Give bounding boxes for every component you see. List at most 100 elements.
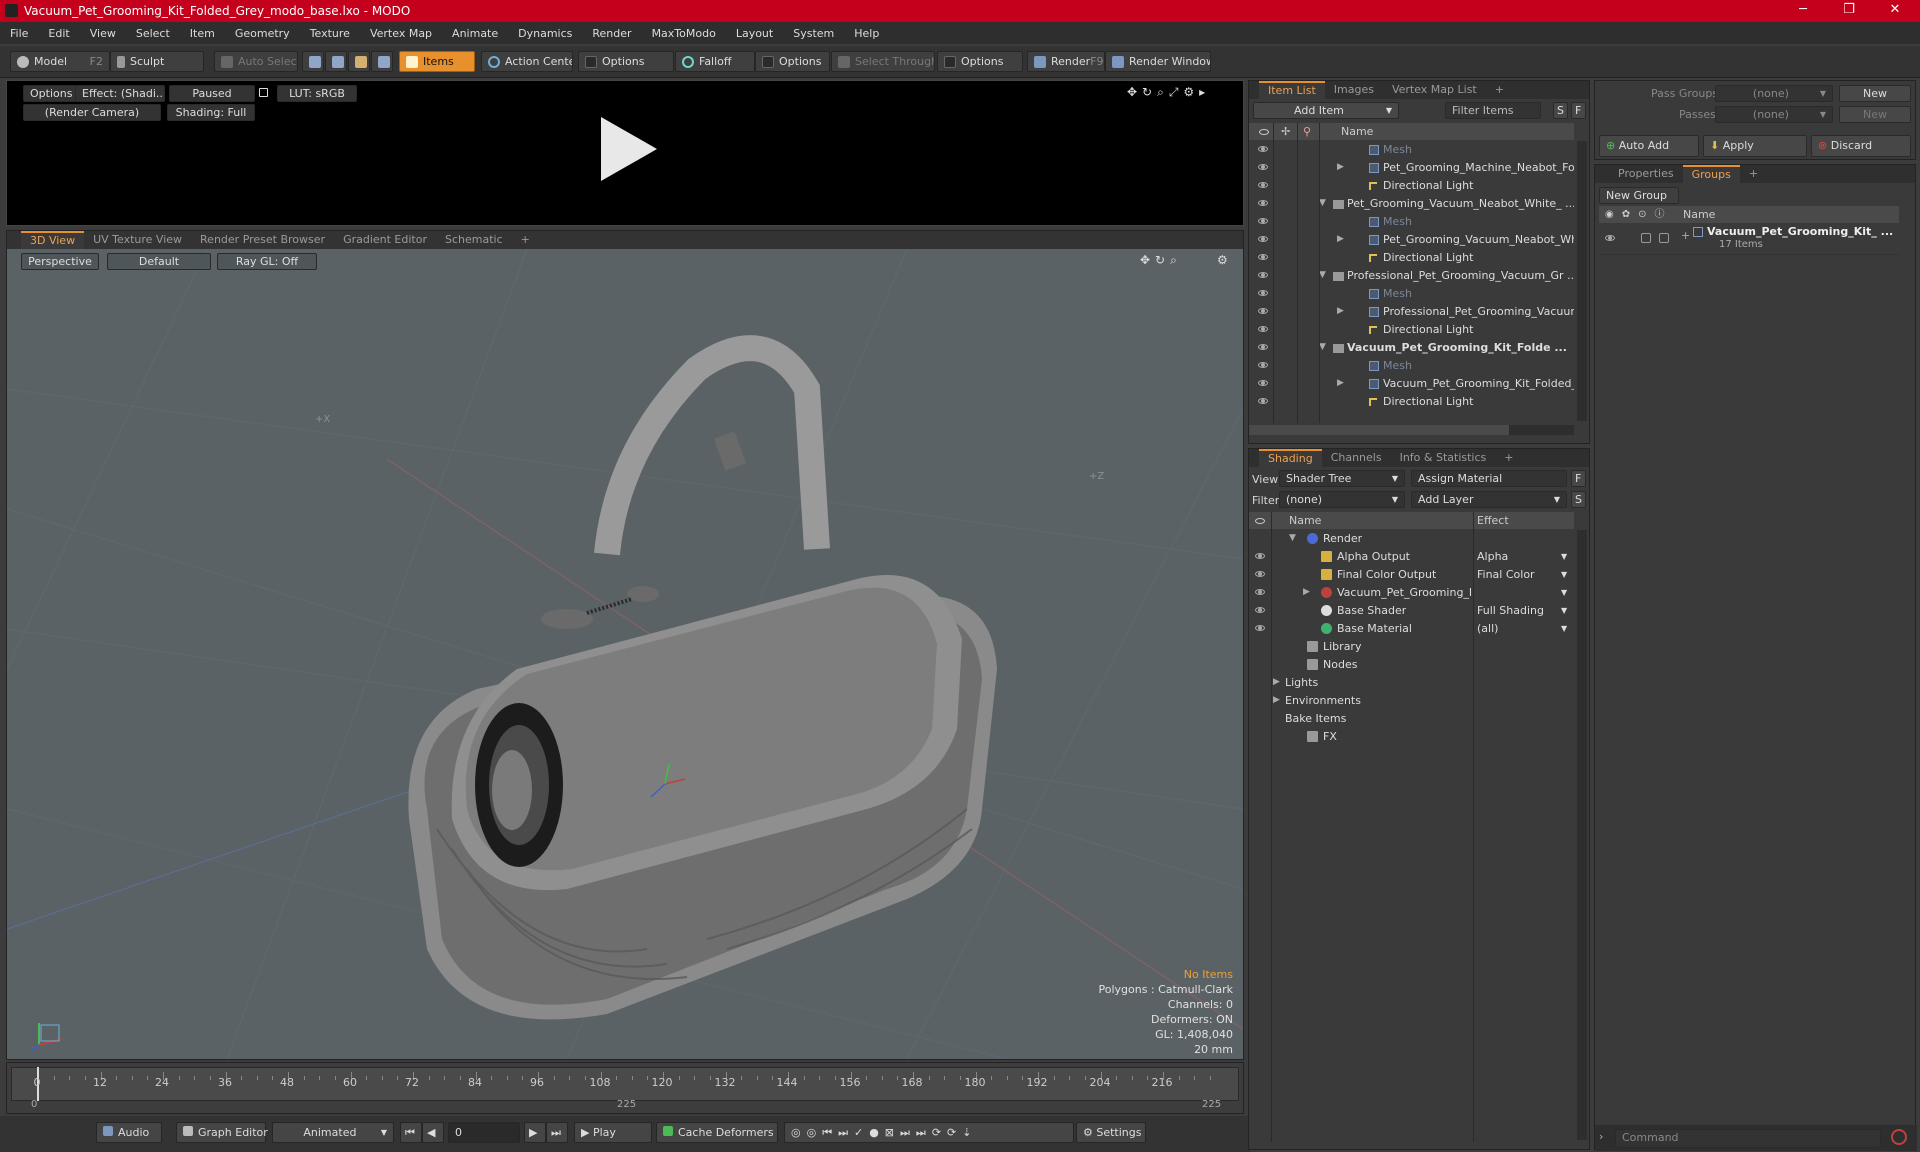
item-list-s-button[interactable]: S [1553, 102, 1568, 119]
passes-dropdown[interactable]: (none) ▼ [1715, 106, 1833, 123]
group-checkbox[interactable] [1641, 233, 1651, 243]
view-dropdown[interactable]: Shader Tree ▼ [1279, 470, 1405, 487]
visibility-eye-icon[interactable] [1258, 344, 1268, 350]
play-button[interactable]: ▶ Play [574, 1122, 652, 1143]
tab-schematic[interactable]: Schematic [436, 231, 512, 249]
materials-mode-button[interactable] [371, 51, 393, 72]
new-pass-button[interactable]: New [1839, 106, 1911, 123]
items-mode-button[interactable]: Items [399, 51, 475, 72]
menu-render[interactable]: Render [582, 27, 641, 40]
tab-vertex-map-list[interactable]: Vertex Map List [1383, 81, 1486, 99]
shader-row[interactable]: ▶ Lights [1249, 674, 1574, 692]
add-tab-button[interactable]: + [1740, 165, 1767, 183]
timeline-ruler[interactable] [11, 1067, 1239, 1101]
new-pass-group-button[interactable]: New [1839, 85, 1911, 102]
visibility-eye-icon[interactable] [1255, 571, 1265, 577]
tab-channels[interactable]: Channels [1322, 449, 1391, 467]
effect-dropdown[interactable]: Alpha [1477, 550, 1508, 563]
visibility-eye-icon[interactable] [1255, 625, 1265, 631]
chevron-down-icon[interactable]: ▼ [1561, 552, 1567, 561]
shader-row[interactable]: Library [1249, 638, 1574, 656]
add-item-dropdown[interactable]: Add Item ▼ [1253, 102, 1399, 119]
visibility-eye-icon[interactable] [1258, 164, 1268, 170]
select-through-options-button[interactable]: Options [937, 51, 1023, 72]
menu-geometry[interactable]: Geometry [225, 27, 300, 40]
shading-filter-dropdown[interactable]: (none) ▼ [1279, 491, 1405, 508]
shader-row[interactable]: ▼ Render [1249, 530, 1574, 548]
filter-items-input[interactable]: Filter Items [1445, 102, 1541, 119]
menu-layout[interactable]: Layout [726, 27, 783, 40]
effect-dropdown[interactable]: (all) [1477, 622, 1498, 635]
shading-s-button[interactable]: S [1571, 491, 1586, 508]
apply-button[interactable]: ⬇ Apply [1703, 135, 1807, 157]
add-layer-dropdown[interactable]: Add Layer ▼ [1411, 491, 1567, 508]
edges-mode-button[interactable] [325, 51, 347, 72]
item-list-f-button[interactable]: F [1571, 102, 1586, 119]
tab-render-preset-browser[interactable]: Render Preset Browser [191, 231, 334, 249]
add-tab-button[interactable]: + [1495, 449, 1522, 467]
visibility-eye-icon[interactable] [1258, 398, 1268, 404]
shader-row[interactable]: FX [1249, 728, 1574, 746]
viewport-nav-icons[interactable]: ✥↻⌕ [1140, 253, 1182, 268]
new-group-button[interactable]: New Group [1599, 187, 1679, 204]
menu-vertex-map[interactable]: Vertex Map [360, 27, 442, 40]
collapse-arrow-icon[interactable]: ▼ [1319, 198, 1326, 208]
visibility-eye-icon[interactable] [1258, 362, 1268, 368]
command-input[interactable]: Command [1615, 1129, 1881, 1148]
tab-properties[interactable]: Properties [1609, 165, 1683, 183]
expand-arrow-icon[interactable]: ▶ [1337, 378, 1344, 388]
assign-material-button[interactable]: Assign Material [1411, 470, 1567, 487]
menu-texture[interactable]: Texture [300, 27, 360, 40]
viewport-scene[interactable] [7, 249, 1243, 1059]
auto-select-button[interactable]: Auto Select [214, 51, 298, 72]
maximize-button[interactable]: ❐ [1826, 0, 1872, 22]
shader-row[interactable]: Base Shader Full Shading ▼ [1249, 602, 1574, 620]
model-mode-button[interactable]: Model F2 [10, 51, 110, 72]
collapse-arrow-icon[interactable]: ▼ [1289, 533, 1296, 543]
chevron-down-icon[interactable]: ▼ [1561, 624, 1567, 633]
shader-row[interactable]: Base Material (all) ▼ [1249, 620, 1574, 638]
group-expand-icon[interactable]: + [1681, 229, 1690, 242]
visibility-eye-icon[interactable] [1605, 235, 1615, 241]
menu-help[interactable]: Help [844, 27, 889, 40]
group-checkbox[interactable] [1659, 233, 1669, 243]
collapse-arrow-icon[interactable]: ▼ [1319, 270, 1326, 280]
menu-select[interactable]: Select [126, 27, 180, 40]
select-through-button[interactable]: Select Through [831, 51, 935, 72]
tab-gradient-editor[interactable]: Gradient Editor [334, 231, 436, 249]
visibility-eye-icon[interactable] [1258, 326, 1268, 332]
tab-images[interactable]: Images [1325, 81, 1383, 99]
visibility-eye-icon[interactable] [1258, 218, 1268, 224]
preview-shading-dropdown[interactable]: Shading: Full [167, 104, 255, 121]
lock-icon[interactable] [259, 88, 268, 97]
tab-item-list[interactable]: Item List [1259, 81, 1325, 99]
settings-button[interactable]: ⚙ Settings [1076, 1122, 1146, 1143]
tab-uv-texture-view[interactable]: UV Texture View [84, 231, 191, 249]
action-center-button[interactable]: Action Center [481, 51, 573, 72]
menu-maxtomodo[interactable]: MaxToModo [642, 27, 726, 40]
visibility-eye-icon[interactable] [1258, 236, 1268, 242]
go-end-button[interactable]: ⏭ [546, 1122, 568, 1143]
preview-lut-dropdown[interactable]: LUT: sRGB [277, 85, 357, 102]
audio-button[interactable]: Audio [96, 1122, 162, 1143]
menu-file[interactable]: File [0, 27, 38, 40]
visibility-eye-icon[interactable] [1258, 146, 1268, 152]
group-row[interactable]: + Vacuum_Pet_Grooming_Kit_ ... 17 Items [1599, 225, 1899, 255]
play-icon[interactable] [593, 115, 663, 185]
visibility-eye-icon[interactable] [1258, 380, 1268, 386]
tab-3d-view[interactable]: 3D View [21, 231, 85, 249]
menu-system[interactable]: System [783, 27, 844, 40]
expand-arrow-icon[interactable]: ▶ [1303, 587, 1310, 597]
falloff-options-button[interactable]: Options [755, 51, 830, 72]
tab-info-statistics[interactable]: Info & Statistics [1391, 449, 1496, 467]
menu-dynamics[interactable]: Dynamics [508, 27, 582, 40]
shader-row[interactable]: Alpha Output Alpha ▼ [1249, 548, 1574, 566]
auto-add-button[interactable]: ⊕ Auto Add [1599, 135, 1699, 157]
tab-shading[interactable]: Shading [1259, 449, 1322, 467]
expand-arrow-icon[interactable]: ▶ [1273, 695, 1280, 705]
preview-camera-dropdown[interactable]: (Render Camera) [23, 104, 161, 121]
default-style-dropdown[interactable]: Default [107, 253, 211, 270]
key-tools-group[interactable]: ◎◎⏮⏭✓●⊠⏭⏭⟳⟳⇣ [784, 1122, 1074, 1143]
cache-deformers-button[interactable]: Cache Deformers [656, 1122, 778, 1143]
expand-arrow-icon[interactable]: ▶ [1337, 162, 1344, 172]
